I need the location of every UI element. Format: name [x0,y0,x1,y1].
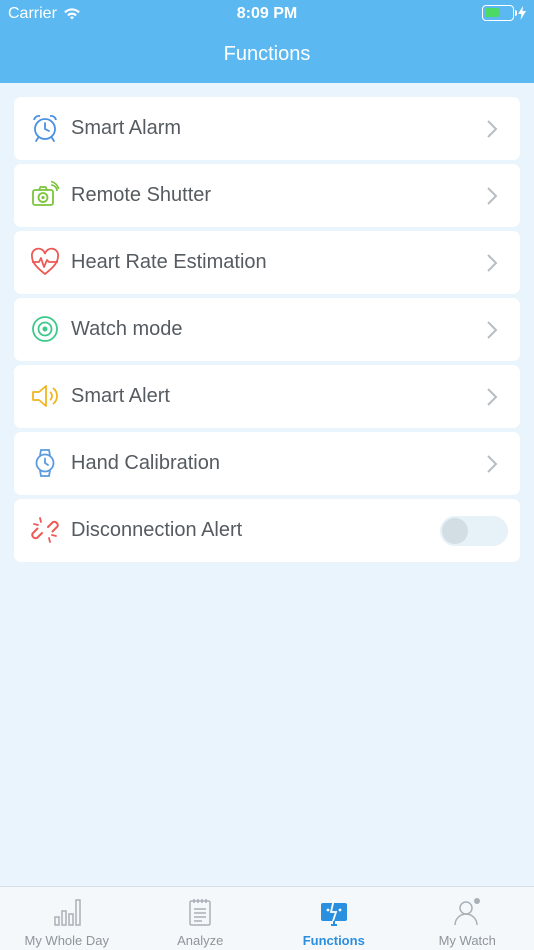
battery-indicator [482,5,526,21]
charging-bolt-icon [518,6,526,20]
smart-alert-row[interactable]: Smart Alert [14,365,520,428]
chevron-right-icon [487,321,498,339]
status-bar: Carrier 8:09 PM [0,0,534,28]
disconnection-alert-row: Disconnection Alert [14,499,520,562]
heart-rate-label: Heart Rate Estimation [71,251,267,273]
alarm-clock-icon [33,115,57,142]
watch-mode-icon [32,316,58,342]
tab-functions[interactable]: Functions [267,887,401,950]
chevron-right-icon [487,254,498,272]
chevron-right-icon [487,187,498,205]
notepad-icon [189,899,211,926]
watch-mode-label: Watch mode [71,318,183,340]
functions-icon [320,898,347,926]
tab-functions-label: Functions [302,933,365,948]
person-icon [454,898,481,926]
page-title: Functions [223,43,311,65]
tab-analyze[interactable]: Analyze [134,887,268,950]
smart-alarm-label: Smart Alarm [71,117,182,139]
speaker-icon [32,385,58,407]
disconnection-alert-label: Disconnection Alert [71,519,243,541]
broken-link-icon [31,517,59,543]
remote-shutter-label: Remote Shutter [71,184,212,206]
chevron-right-icon [487,120,498,138]
hand-calibration-label: Hand Calibration [71,452,220,474]
smart-alert-label: Smart Alert [71,385,170,407]
camera-icon [32,180,60,206]
smart-alarm-row[interactable]: Smart Alarm [14,97,520,160]
heart-rate-row[interactable]: Heart Rate Estimation [14,231,520,294]
top-bar: Carrier 8:09 PM Functions [0,0,534,83]
battery-level [485,8,499,17]
chevron-right-icon [487,388,498,406]
tab-bar: My Whole Day Analyze Functions My Watch [0,886,534,950]
remote-shutter-row[interactable]: Remote Shutter [14,164,520,227]
functions-list: Smart Alarm Remote Shutter Heart Rate Es… [14,97,520,566]
hand-calibration-row[interactable]: Hand Calibration [14,432,520,495]
bar-chart-icon [54,899,81,926]
toggle-knob [442,518,468,544]
chevron-right-icon [487,455,498,473]
tab-my-whole-day-label: My Whole Day [24,933,110,948]
status-time: 8:09 PM [236,5,298,22]
tab-my-watch-label: My Watch [438,933,496,948]
tab-my-whole-day[interactable]: My Whole Day [0,887,134,950]
battery-icon [482,5,517,21]
watch-icon [35,449,55,477]
heart-rate-icon [31,247,59,276]
tab-analyze-label: Analyze [177,933,224,948]
disconnection-alert-toggle[interactable] [440,516,508,546]
watch-mode-row[interactable]: Watch mode [14,298,520,361]
tab-my-watch[interactable]: My Watch [401,887,534,950]
